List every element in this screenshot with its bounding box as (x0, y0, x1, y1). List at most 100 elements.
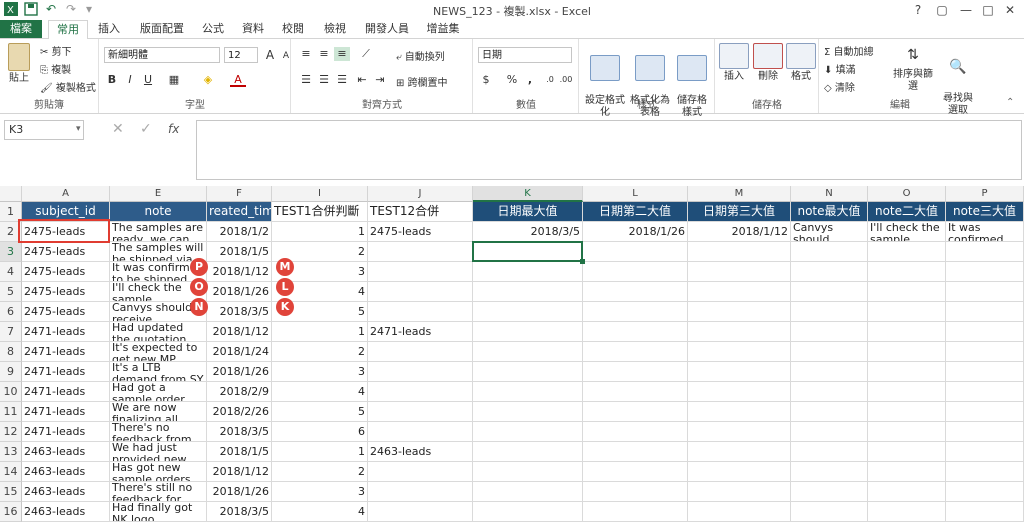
table-cell[interactable] (868, 402, 946, 422)
table-cell[interactable]: 2 (272, 342, 368, 362)
table-cell[interactable]: We are now finalizing all... (110, 402, 207, 422)
table-cell[interactable]: It's expected to get new MP blanket... (110, 342, 207, 362)
column-header-a[interactable]: A (22, 186, 110, 202)
table-cell[interactable]: 2463-leads (22, 482, 110, 502)
maximize-button[interactable]: □ (976, 1, 1000, 19)
table-cell[interactable] (791, 442, 868, 462)
table-cell[interactable] (868, 342, 946, 362)
table-cell[interactable] (473, 302, 583, 322)
bold-button[interactable]: B (104, 73, 120, 87)
table-cell[interactable] (688, 422, 791, 442)
tab-developer[interactable]: 開發人員 (360, 20, 414, 38)
increase-decimal-icon[interactable]: .0 (542, 73, 558, 87)
row-header[interactable]: 8 (0, 342, 22, 362)
decrease-indent-icon[interactable]: ⇤ (354, 73, 370, 87)
increase-font-icon[interactable]: A (262, 48, 278, 62)
column-header-j[interactable]: J (368, 186, 473, 202)
table-cell[interactable]: 2471-leads (22, 382, 110, 402)
table-cell[interactable] (946, 502, 1024, 522)
table-cell[interactable] (583, 482, 688, 502)
table-cell[interactable]: It's a LTB demand from SY for... (110, 362, 207, 382)
table-cell[interactable]: 2471-leads (368, 322, 473, 342)
table-cell[interactable] (368, 482, 473, 502)
row-header[interactable]: 16 (0, 502, 22, 522)
table-cell[interactable] (791, 242, 868, 262)
table-cell[interactable] (946, 482, 1024, 502)
table-cell[interactable]: 2018/2/9 (207, 382, 272, 402)
collapse-ribbon-icon[interactable]: ⌃ (1006, 97, 1014, 108)
table-cell[interactable] (473, 502, 583, 522)
row-header[interactable]: 15 (0, 482, 22, 502)
align-center-icon[interactable]: ☰ (316, 73, 332, 87)
header-cell-f[interactable]: reated_tim (207, 202, 272, 222)
fill-button[interactable]: ⬇ 填滿 (824, 61, 856, 76)
table-cell[interactable] (791, 362, 868, 382)
table-cell[interactable]: 2471-leads (22, 322, 110, 342)
table-cell[interactable] (583, 282, 688, 302)
table-cell[interactable] (791, 382, 868, 402)
clear-button[interactable]: ◇ 清除 (824, 79, 855, 94)
table-cell[interactable]: 2475-leads (368, 222, 473, 242)
table-cell[interactable]: 2 (272, 462, 368, 482)
selected-cell-k3[interactable] (472, 241, 583, 262)
table-cell[interactable] (868, 242, 946, 262)
table-cell[interactable] (368, 362, 473, 382)
table-cell[interactable] (946, 242, 1024, 262)
align-middle-icon[interactable]: ≡ (316, 47, 332, 61)
table-cell[interactable] (868, 282, 946, 302)
format-painter-button[interactable]: 🖌 複製格式 (40, 79, 96, 94)
table-cell[interactable]: 2018/3/5 (207, 502, 272, 522)
table-cell[interactable] (791, 322, 868, 342)
column-header-m[interactable]: M (688, 186, 791, 202)
table-cell[interactable] (791, 342, 868, 362)
column-header-p[interactable]: P (946, 186, 1024, 202)
align-left-icon[interactable]: ☰ (298, 73, 314, 87)
table-cell[interactable] (473, 322, 583, 342)
table-cell[interactable]: 3 (272, 362, 368, 382)
paste-button[interactable]: 貼上 (4, 43, 34, 85)
table-cell[interactable]: Had updated the quotation to... (110, 322, 207, 342)
table-cell[interactable]: 1 (272, 322, 368, 342)
table-cell[interactable]: 6 (272, 422, 368, 442)
table-cell[interactable]: 4 (272, 382, 368, 402)
table-cell[interactable]: Canvys should receive... (791, 222, 868, 242)
table-cell[interactable] (583, 322, 688, 342)
table-cell[interactable]: 2475-leads (22, 302, 110, 322)
row-header[interactable]: 7 (0, 322, 22, 342)
table-cell[interactable]: 2018/3/5 (207, 302, 272, 322)
tab-home[interactable]: 常用 (48, 20, 88, 40)
row-header[interactable]: 4 (0, 262, 22, 282)
percent-button[interactable]: % (504, 73, 520, 87)
table-cell[interactable] (473, 462, 583, 482)
table-cell[interactable] (946, 282, 1024, 302)
insert-function-button[interactable]: fx (168, 122, 179, 136)
table-cell[interactable]: There's still no feedback for NK... (110, 482, 207, 502)
table-cell[interactable]: 1 (272, 442, 368, 462)
delete-cells-button[interactable]: 刪除 (752, 43, 784, 83)
table-cell[interactable] (791, 302, 868, 322)
table-cell[interactable] (868, 322, 946, 342)
table-cell[interactable]: 2018/1/12 (207, 262, 272, 282)
table-cell[interactable]: 2471-leads (22, 362, 110, 382)
table-cell[interactable] (688, 442, 791, 462)
table-cell[interactable]: 2471-leads (22, 402, 110, 422)
table-cell[interactable] (946, 402, 1024, 422)
table-cell[interactable] (583, 362, 688, 382)
number-format-select[interactable]: 日期 (478, 47, 572, 63)
table-cell[interactable] (583, 342, 688, 362)
table-cell[interactable]: The samples are ready, we can... (110, 222, 207, 242)
table-cell[interactable] (583, 422, 688, 442)
table-cell[interactable]: 2018/1/26 (207, 362, 272, 382)
header-cell-l[interactable]: 日期第二大值 (583, 202, 688, 222)
table-cell[interactable]: It was confirmed to... (946, 222, 1024, 242)
table-cell[interactable] (583, 442, 688, 462)
enter-entry-icon[interactable]: ✓ (140, 121, 152, 137)
table-cell[interactable]: 2018/3/5 (473, 222, 583, 242)
table-cell[interactable] (791, 282, 868, 302)
table-cell[interactable] (368, 422, 473, 442)
worksheet-grid[interactable]: A E F I J K L M N O P 1 subject_id note reated_tim TEST… (0, 186, 1024, 528)
align-bottom-icon[interactable]: ≡ (334, 47, 350, 61)
table-cell[interactable] (368, 282, 473, 302)
table-cell[interactable]: 2471-leads (22, 422, 110, 442)
table-cell[interactable] (473, 362, 583, 382)
